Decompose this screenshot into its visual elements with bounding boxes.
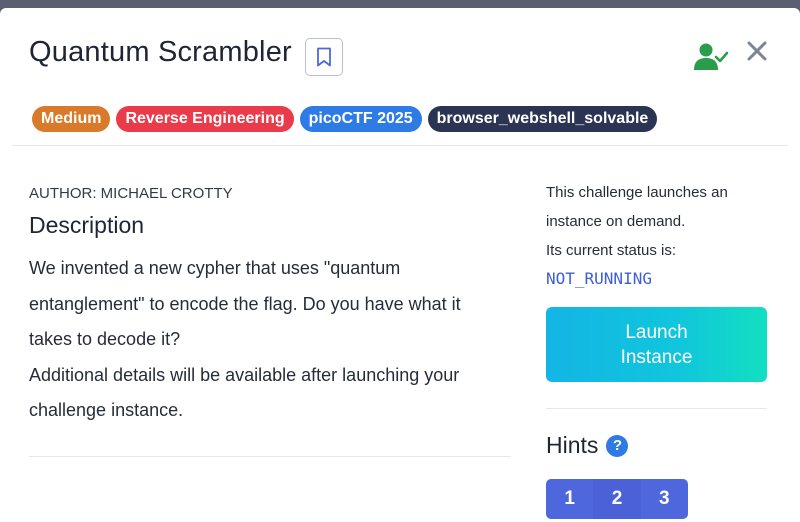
- description-text: We invented a new cypher that uses "quan…: [29, 251, 511, 429]
- launch-button-label: Instance: [620, 346, 693, 368]
- tag-category[interactable]: Reverse Engineering: [116, 106, 294, 132]
- tag-event[interactable]: picoCTF 2025: [299, 106, 422, 132]
- close-icon[interactable]: [746, 40, 768, 62]
- challenge-modal: Quantum Scrambler Medium Reverse Enginee…: [0, 8, 800, 522]
- launch-instance-button[interactable]: Launch Instance: [546, 307, 767, 382]
- instance-panel: This challenge launches an instance on d…: [546, 154, 768, 519]
- instance-status: NOT_RUNNING: [546, 269, 652, 288]
- description-line: challenge instance.: [29, 400, 184, 420]
- instance-info: This challenge launches an instance on d…: [546, 178, 768, 265]
- description-heading: Description: [29, 212, 145, 238]
- description-line: We invented a new cypher that uses "quan…: [29, 258, 401, 278]
- tag-webshell[interactable]: browser_webshell_solvable: [427, 106, 658, 132]
- description-line: entanglement" to encode the flag. Do you…: [29, 293, 461, 314]
- question-icon[interactable]: ?: [606, 434, 629, 457]
- instance-info-line: This challenge launches an: [546, 184, 728, 201]
- modal-body: AUTHOR: MICHAEL CROTTY Description We in…: [0, 154, 800, 522]
- hint-button-group: 1 2 3: [546, 479, 688, 519]
- description-line: Additional details will be available aft…: [29, 364, 460, 385]
- tag-difficulty[interactable]: Medium: [32, 106, 111, 132]
- hints-heading: Hints: [546, 432, 599, 458]
- hint-button-3[interactable]: 3: [641, 479, 688, 519]
- hints-header: Hints ?: [546, 432, 768, 459]
- divider: [29, 456, 511, 457]
- instance-info-line: Its current status is:: [546, 242, 677, 259]
- bookmark-button[interactable]: [305, 38, 343, 76]
- author-label: AUTHOR: MICHAEL CROTTY: [29, 185, 233, 202]
- description-line: takes to decode it?: [29, 329, 181, 349]
- modal-header: Quantum Scrambler Medium Reverse Enginee…: [12, 8, 788, 146]
- bookmark-icon: [317, 47, 331, 67]
- challenge-title: Quantum Scrambler: [29, 36, 292, 68]
- launch-button-label: Launch: [625, 321, 688, 343]
- divider: [546, 408, 767, 409]
- user-check-icon: [694, 43, 728, 70]
- hint-button-1[interactable]: 1: [546, 479, 593, 519]
- hint-button-2[interactable]: 2: [593, 479, 641, 519]
- instance-info-line: instance on demand.: [546, 213, 686, 230]
- tag-list: Medium Reverse Engineering picoCTF 2025 …: [32, 106, 658, 132]
- description-panel: AUTHOR: MICHAEL CROTTY Description We in…: [29, 154, 511, 457]
